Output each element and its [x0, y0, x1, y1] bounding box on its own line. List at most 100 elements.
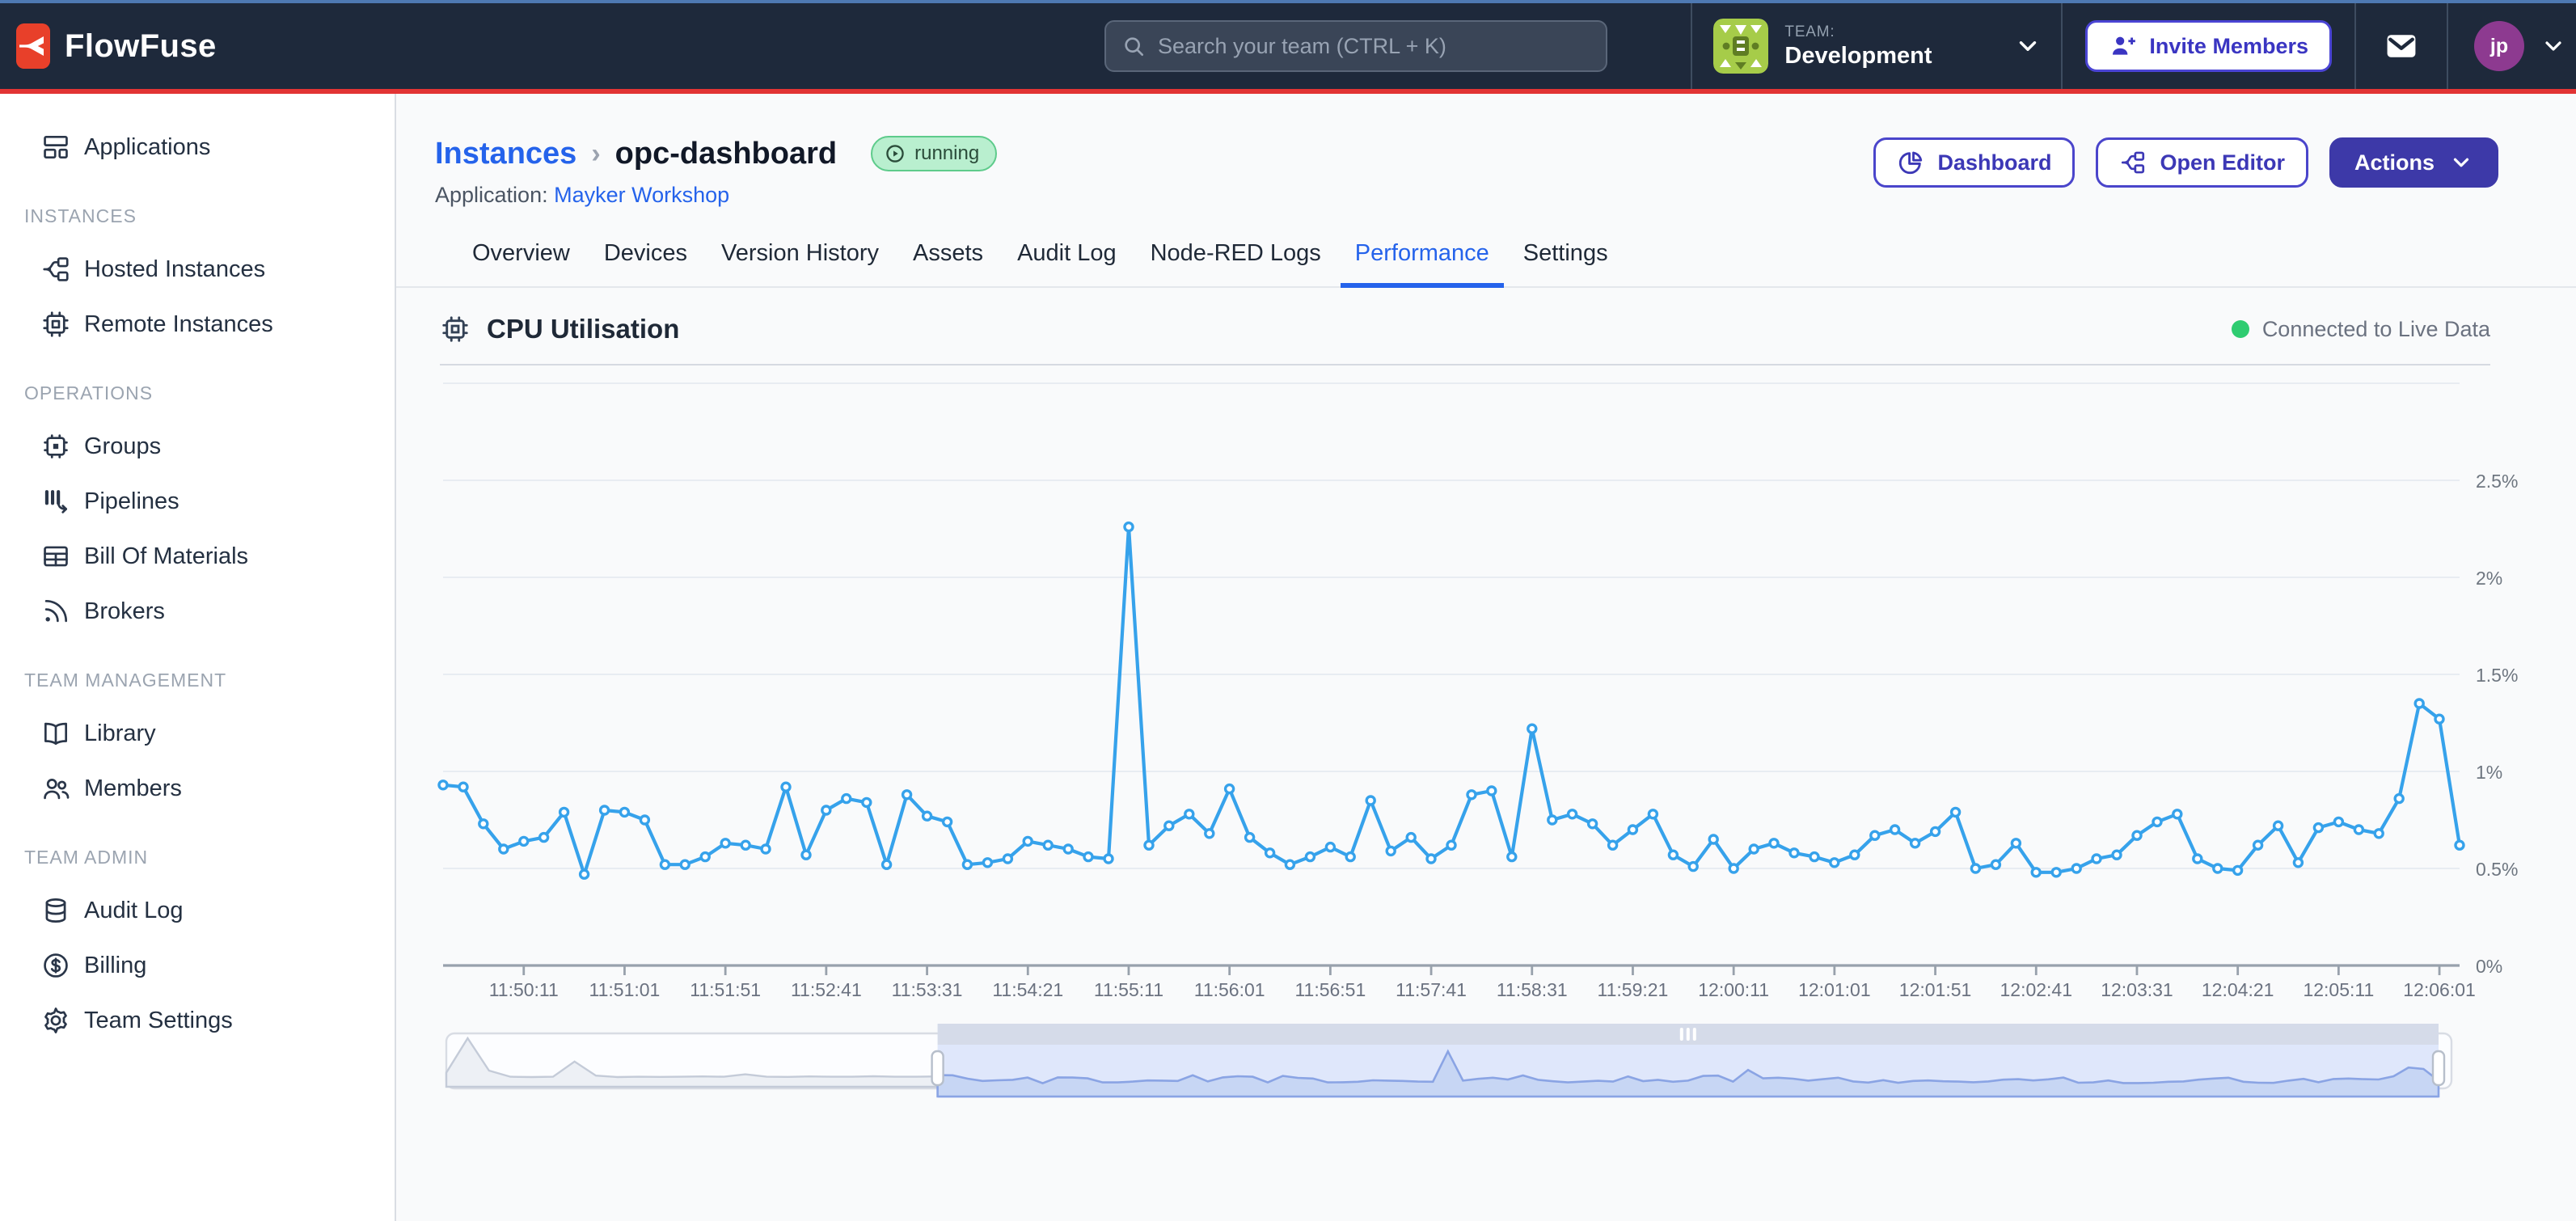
data-point	[2092, 855, 2101, 863]
data-point	[2032, 868, 2040, 877]
actions-label: Actions	[2354, 150, 2435, 175]
x-tick-label: 11:52:41	[791, 979, 862, 1000]
chart-title-row: CPU Utilisation	[440, 314, 679, 344]
application-link[interactable]: Mayker Workshop	[554, 183, 729, 207]
invite-members-label: Invite Members	[2149, 34, 2308, 59]
x-tick-label: 11:59:21	[1598, 979, 1669, 1000]
data-point	[1991, 860, 2000, 868]
data-point	[2354, 826, 2363, 834]
x-tick-label: 11:56:01	[1194, 979, 1265, 1000]
data-point	[1084, 853, 1092, 861]
user-menu[interactable]: jp	[2448, 21, 2576, 71]
data-point	[701, 853, 709, 861]
team-avatar	[1713, 19, 1768, 74]
data-point	[944, 818, 952, 826]
navigator-grip-icon[interactable]	[1680, 1028, 1683, 1041]
y-tick-label: 1%	[2476, 762, 2502, 783]
tab-node-red-logs[interactable]: Node-RED Logs	[1136, 227, 1336, 288]
tab-settings[interactable]: Settings	[1509, 227, 1623, 288]
navigator-grip-icon[interactable]	[1687, 1028, 1690, 1041]
data-point	[1871, 831, 1879, 839]
data-point	[1346, 853, 1354, 861]
sidebar-section: TEAM MANAGEMENTLibraryMembers	[0, 649, 395, 816]
live-status: Connected to Live Data	[2232, 317, 2490, 342]
invite-members-button[interactable]: Invite Members	[2085, 20, 2332, 72]
tab-performance[interactable]: Performance	[1341, 227, 1504, 288]
cpu-chip-icon	[440, 314, 471, 344]
data-point	[2052, 868, 2060, 877]
sidebar-item-audit-log[interactable]: Audit Log	[0, 883, 395, 938]
mail-icon	[2384, 28, 2419, 64]
chevron-down-icon	[2449, 150, 2473, 175]
data-point	[903, 791, 911, 799]
navigator-left-handle[interactable]	[932, 1051, 944, 1085]
y-tick-label: 2.5%	[2476, 471, 2518, 492]
sidebar-item-applications[interactable]: Applications	[0, 120, 395, 175]
data-point	[1447, 841, 1455, 849]
data-point	[1569, 810, 1577, 818]
sidebar-item-label: Bill Of Materials	[84, 543, 248, 570]
search-icon	[1121, 33, 1147, 59]
data-point	[2173, 810, 2181, 818]
data-point	[741, 841, 750, 849]
data-point	[2254, 841, 2262, 849]
sidebar-item-label: Hosted Instances	[84, 256, 265, 283]
billing-icon	[40, 950, 71, 981]
application-label: Application:	[435, 183, 548, 207]
sidebar-item-bill-of-materials[interactable]: Bill Of Materials	[0, 529, 395, 584]
x-tick-label: 11:56:51	[1294, 979, 1366, 1000]
sidebar-item-remote-instances[interactable]: Remote Instances	[0, 297, 395, 352]
data-point	[822, 806, 830, 814]
sidebar-item-pipelines[interactable]: Pipelines	[0, 474, 395, 529]
tab-assets[interactable]: Assets	[898, 227, 998, 288]
data-point	[1609, 841, 1617, 849]
navigator-right-handle[interactable]	[2433, 1051, 2444, 1085]
chevron-down-icon	[2540, 33, 2566, 59]
sidebar-item-team-settings[interactable]: Team Settings	[0, 993, 395, 1048]
brokers-icon	[40, 596, 71, 627]
library-icon	[40, 718, 71, 749]
x-tick-label: 11:55:11	[1094, 979, 1163, 1000]
tab-audit-log[interactable]: Audit Log	[1003, 227, 1131, 288]
sidebar-item-library[interactable]: Library	[0, 706, 395, 761]
main-content: Instances › opc-dashboard running Applic…	[396, 94, 2576, 1221]
sidebar-item-members[interactable]: Members	[0, 761, 395, 816]
members-icon	[40, 773, 71, 804]
sidebar-section: TEAM ADMINAudit LogBilling Team Settings	[0, 826, 395, 1048]
breadcrumb-instances-link[interactable]: Instances	[435, 137, 576, 171]
open-editor-button[interactable]: Open Editor	[2096, 137, 2308, 188]
team-selector[interactable]: TEAM: Development	[1692, 3, 2061, 89]
team-search[interactable]	[1104, 20, 1607, 72]
tab-devices[interactable]: Devices	[589, 227, 702, 288]
sidebar-item-brokers[interactable]: Brokers	[0, 584, 395, 639]
sidebar-item-hosted-instances[interactable]: Hosted Instances	[0, 242, 395, 297]
team-name: Development	[1784, 43, 1932, 70]
navigator-grip-icon[interactable]	[1693, 1028, 1696, 1041]
data-point	[2133, 831, 2141, 839]
x-tick-label: 11:54:21	[992, 979, 1063, 1000]
x-tick-label: 11:50:11	[489, 979, 559, 1000]
notifications-button[interactable]	[2356, 28, 2447, 64]
data-point	[1246, 834, 1254, 842]
data-point	[1366, 796, 1375, 805]
dashboard-button[interactable]: Dashboard	[1873, 137, 2075, 188]
sidebar-item-label: Team Settings	[84, 1008, 233, 1034]
tab-overview[interactable]: Overview	[458, 227, 585, 288]
x-tick-label: 12:04:21	[2202, 979, 2274, 1000]
branch-icon	[2119, 149, 2147, 176]
data-point	[721, 839, 729, 847]
actions-button[interactable]: Actions	[2329, 137, 2498, 188]
search-input[interactable]	[1158, 34, 1591, 59]
data-point	[2214, 864, 2222, 872]
sidebar-section-header-team-admin: TEAM ADMIN	[0, 826, 395, 883]
y-tick-label: 2%	[2476, 568, 2502, 589]
flowfuse-logo[interactable]: FlowFuse	[16, 23, 217, 69]
sidebar-item-groups[interactable]: Groups	[0, 419, 395, 474]
top-navbar: FlowFuse TEAM:	[0, 0, 2576, 94]
sidebar-item-billing[interactable]: Billing	[0, 938, 395, 993]
tab-version-history[interactable]: Version History	[707, 227, 893, 288]
data-point	[520, 837, 528, 845]
breadcrumb-separator: ›	[591, 138, 600, 170]
data-point	[1628, 826, 1636, 834]
app-window: FlowFuse TEAM:	[0, 0, 2576, 1221]
